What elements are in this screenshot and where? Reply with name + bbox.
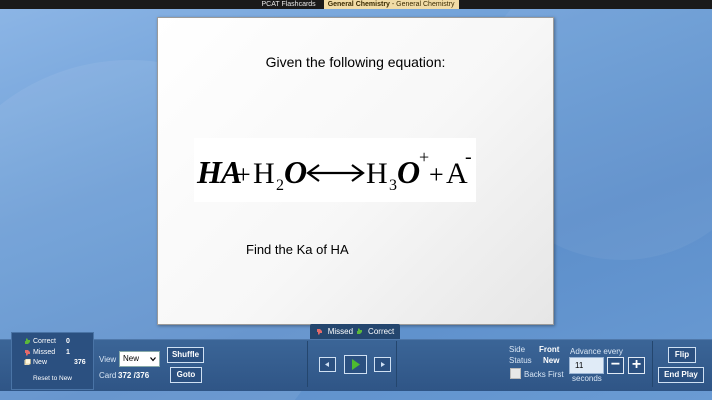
previous-card-button[interactable] — [319, 357, 336, 372]
category-tab-rest: - General Chemistry — [389, 1, 455, 8]
card-prompt: Given the following equation: — [265, 54, 446, 70]
toolbar-divider — [652, 341, 653, 387]
svg-text:+: + — [236, 160, 251, 189]
status-value: New — [543, 356, 560, 365]
decrease-seconds-button[interactable]: − — [607, 357, 624, 374]
stat-new-label: New — [33, 359, 48, 366]
stat-missed-value: 1 — [66, 349, 70, 356]
svg-text:+: + — [419, 147, 429, 167]
chevron-left-icon — [325, 362, 329, 367]
svg-text:HA: HA — [196, 154, 242, 190]
card-question: Find the Ka of HA — [246, 242, 349, 257]
card-counter-label: Card — [99, 371, 117, 380]
window-titlebar: PCAT Flashcards General Chemistry - Gene… — [0, 0, 712, 9]
flashcard[interactable]: Given the following equation: HA + H 2 O… — [157, 17, 554, 325]
stat-missed: Missed 1 — [24, 349, 70, 356]
chevron-down-icon — [150, 357, 156, 362]
missed-tab-label[interactable]: Missed — [328, 327, 353, 336]
app-title: PCAT Flashcards — [261, 1, 316, 8]
stats-panel: Correct 0 Missed 1 New 376 Reset to New — [11, 332, 94, 390]
advance-every-label: Advance every — [570, 347, 623, 356]
svg-text:2: 2 — [276, 177, 284, 194]
card-counter-value: 372 /376 — [118, 371, 150, 380]
play-icon — [352, 359, 360, 370]
thumbs-up-icon[interactable] — [356, 328, 363, 335]
status-label: Status — [509, 356, 532, 365]
thumbs-down-icon[interactable] — [316, 328, 323, 335]
goto-button[interactable]: Goto — [170, 367, 202, 383]
new-cards-icon — [24, 358, 31, 366]
end-play-button[interactable]: End Play — [658, 367, 704, 383]
missed-correct-tab[interactable]: Missed Correct — [310, 324, 400, 339]
svg-text:O: O — [284, 154, 307, 190]
side-label: Side — [509, 345, 526, 354]
svg-text:H: H — [366, 157, 387, 190]
reset-to-new-button[interactable]: Reset to New — [12, 375, 93, 382]
view-select-value: New — [123, 354, 140, 363]
stat-new: New 376 — [24, 358, 86, 366]
advance-seconds-input[interactable]: 11 — [569, 357, 604, 374]
equation-image: HA + H 2 O H 3 O + + A - — [194, 138, 476, 202]
play-button[interactable] — [344, 355, 367, 374]
backs-first-label: Backs First — [524, 370, 564, 379]
seconds-label: seconds — [572, 374, 602, 383]
side-value: Front — [539, 345, 560, 354]
chevron-right-icon — [381, 362, 385, 367]
stat-correct-label: Correct — [33, 338, 56, 345]
view-select[interactable]: New — [119, 351, 160, 367]
stat-correct-value: 0 — [66, 338, 70, 345]
equation-drawing: HA + H 2 O H 3 O + + A - — [196, 146, 472, 194]
category-tab[interactable]: General Chemistry - General Chemistry — [323, 0, 459, 9]
thumbs-up-icon — [24, 338, 31, 345]
stat-missed-label: Missed — [33, 349, 56, 356]
svg-text:O: O — [397, 154, 420, 190]
next-card-button[interactable] — [374, 357, 391, 372]
backs-first-checkbox[interactable] — [510, 368, 521, 379]
view-label: View — [99, 355, 117, 364]
shuffle-button[interactable]: Shuffle — [167, 347, 204, 363]
correct-tab-label[interactable]: Correct — [368, 327, 394, 336]
svg-text:H: H — [253, 157, 274, 190]
stat-new-value: 376 — [74, 359, 86, 366]
stat-correct: Correct 0 — [24, 338, 70, 345]
thumbs-down-icon — [24, 349, 31, 356]
svg-text:-: - — [465, 146, 472, 168]
category-tab-bold: General Chemistry — [327, 1, 390, 8]
increase-seconds-button[interactable]: + — [628, 357, 645, 374]
flip-button[interactable]: Flip — [668, 347, 696, 363]
svg-text:+: + — [429, 160, 444, 189]
svg-text:3: 3 — [389, 177, 397, 194]
